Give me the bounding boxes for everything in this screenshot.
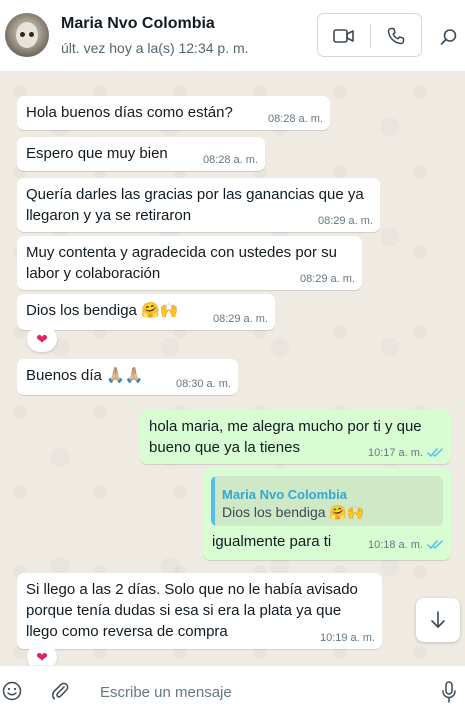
message-time: 08:29 a. m.: [317, 215, 373, 227]
double-check-read-icon: [427, 448, 443, 457]
heart-icon: ❤: [36, 330, 48, 347]
message-text-line: llegaron y ya se retiraron: [26, 207, 192, 224]
message-text-line: llego como reversa de compra: [26, 623, 228, 640]
message-text-line: bueno que ya la tienes: [149, 439, 300, 456]
message-composer: [0, 665, 465, 718]
message-bubble-outgoing[interactable]: Maria Nvo Colombia Dios los bendiga 🤗🙌 i…: [203, 468, 451, 560]
search-button[interactable]: [436, 24, 462, 50]
message-bubble-incoming[interactable]: Buenos día 🙏🏼🙏🏼 08:30 a. m.: [17, 359, 238, 395]
message-text: Hola buenos días como están?: [26, 104, 233, 121]
avatar-eye-right: [29, 32, 34, 37]
last-seen-status: últ. vez hoy a la(s) 12:34 p. m.: [61, 40, 249, 56]
message-time: 10:17 a. m.: [367, 447, 423, 459]
arrow-down-icon: [431, 611, 445, 628]
voice-call-icon: [387, 27, 405, 45]
message-time: 08:28 a. m.: [267, 113, 323, 125]
contact-avatar[interactable]: [5, 13, 49, 57]
quoted-message[interactable]: Maria Nvo Colombia Dios los bendiga 🤗🙌: [211, 476, 443, 526]
message-list[interactable]: Hola buenos días como están? 08:28 a. m.…: [0, 72, 465, 665]
voice-call-button[interactable]: [382, 24, 410, 48]
message-input[interactable]: [92, 674, 412, 710]
message-text-line: hola maria, me alegra mucho por ti y que: [149, 418, 422, 435]
message-bubble-incoming[interactable]: Hola buenos días como están? 08:28 a. m.: [17, 96, 330, 130]
message-bubble-incoming[interactable]: Si llego a las 2 días. Solo que no le ha…: [17, 573, 382, 649]
call-group-divider: [370, 24, 371, 48]
message-text: Buenos día 🙏🏼🙏🏼: [26, 367, 144, 384]
message-text-line: porque tenía dudas si esa si era la plat…: [26, 602, 342, 619]
message-bubble-outgoing[interactable]: hola maria, me alegra mucho por ti y que…: [140, 410, 451, 464]
double-check-read-icon: [427, 540, 443, 549]
quoted-text: Dios los bendiga 🤗🙌: [222, 504, 365, 520]
message-text: Espero que muy bien: [26, 145, 168, 162]
message-time: 08:30 a. m.: [175, 378, 231, 390]
call-buttons-group: [317, 13, 422, 57]
microphone-icon: [442, 681, 456, 703]
chat-header: Maria Nvo Colombia últ. vez hoy a la(s) …: [0, 0, 465, 72]
avatar-eye-left: [20, 32, 25, 37]
voice-message-button[interactable]: [437, 679, 461, 705]
paperclip-icon: [51, 682, 69, 700]
message-time: 10:19 a. m.: [319, 632, 375, 644]
video-call-icon: [333, 29, 354, 43]
message-bubble-incoming[interactable]: Dios los bendiga 🤗🙌 08:29 a. m.: [17, 294, 275, 330]
message-time: 08:29 a. m.: [212, 313, 268, 325]
message-bubble-incoming[interactable]: Muy contenta y agradecida con ustedes po…: [17, 236, 362, 290]
heart-reaction[interactable]: ❤: [27, 644, 57, 665]
message-text-line: Muy contenta y agradecida con ustedes po…: [26, 244, 338, 261]
message-text-line: Si llego a las 2 días. Solo que no le ha…: [26, 581, 358, 598]
message-text: Dios los bendiga 🤗🙌: [26, 302, 179, 319]
message-text: igualmente para ti: [212, 533, 332, 550]
attach-button[interactable]: [48, 679, 72, 703]
heart-reaction[interactable]: ❤: [27, 326, 57, 352]
message-bubble-incoming[interactable]: Espero que muy bien 08:28 a. m.: [17, 137, 265, 171]
message-bubble-incoming[interactable]: Quería darles las gracias por las gananc…: [17, 178, 380, 232]
message-text-line: Quería darles las gracias por las gananc…: [26, 186, 364, 203]
contact-name[interactable]: Maria Nvo Colombia: [61, 15, 215, 33]
message-text-line: labor y colaboración: [26, 265, 161, 282]
search-icon: [440, 29, 457, 45]
emoji-button[interactable]: [0, 679, 24, 703]
scroll-to-bottom-button[interactable]: [416, 598, 460, 642]
quote-accent-bar: [211, 476, 215, 526]
heart-icon: ❤: [36, 648, 48, 665]
message-time: 08:29 a. m.: [299, 273, 355, 285]
message-time: 08:28 a. m.: [202, 154, 258, 166]
emoji-icon: [2, 681, 22, 701]
message-time: 10:18 a. m.: [367, 539, 423, 551]
video-call-button[interactable]: [330, 24, 358, 48]
